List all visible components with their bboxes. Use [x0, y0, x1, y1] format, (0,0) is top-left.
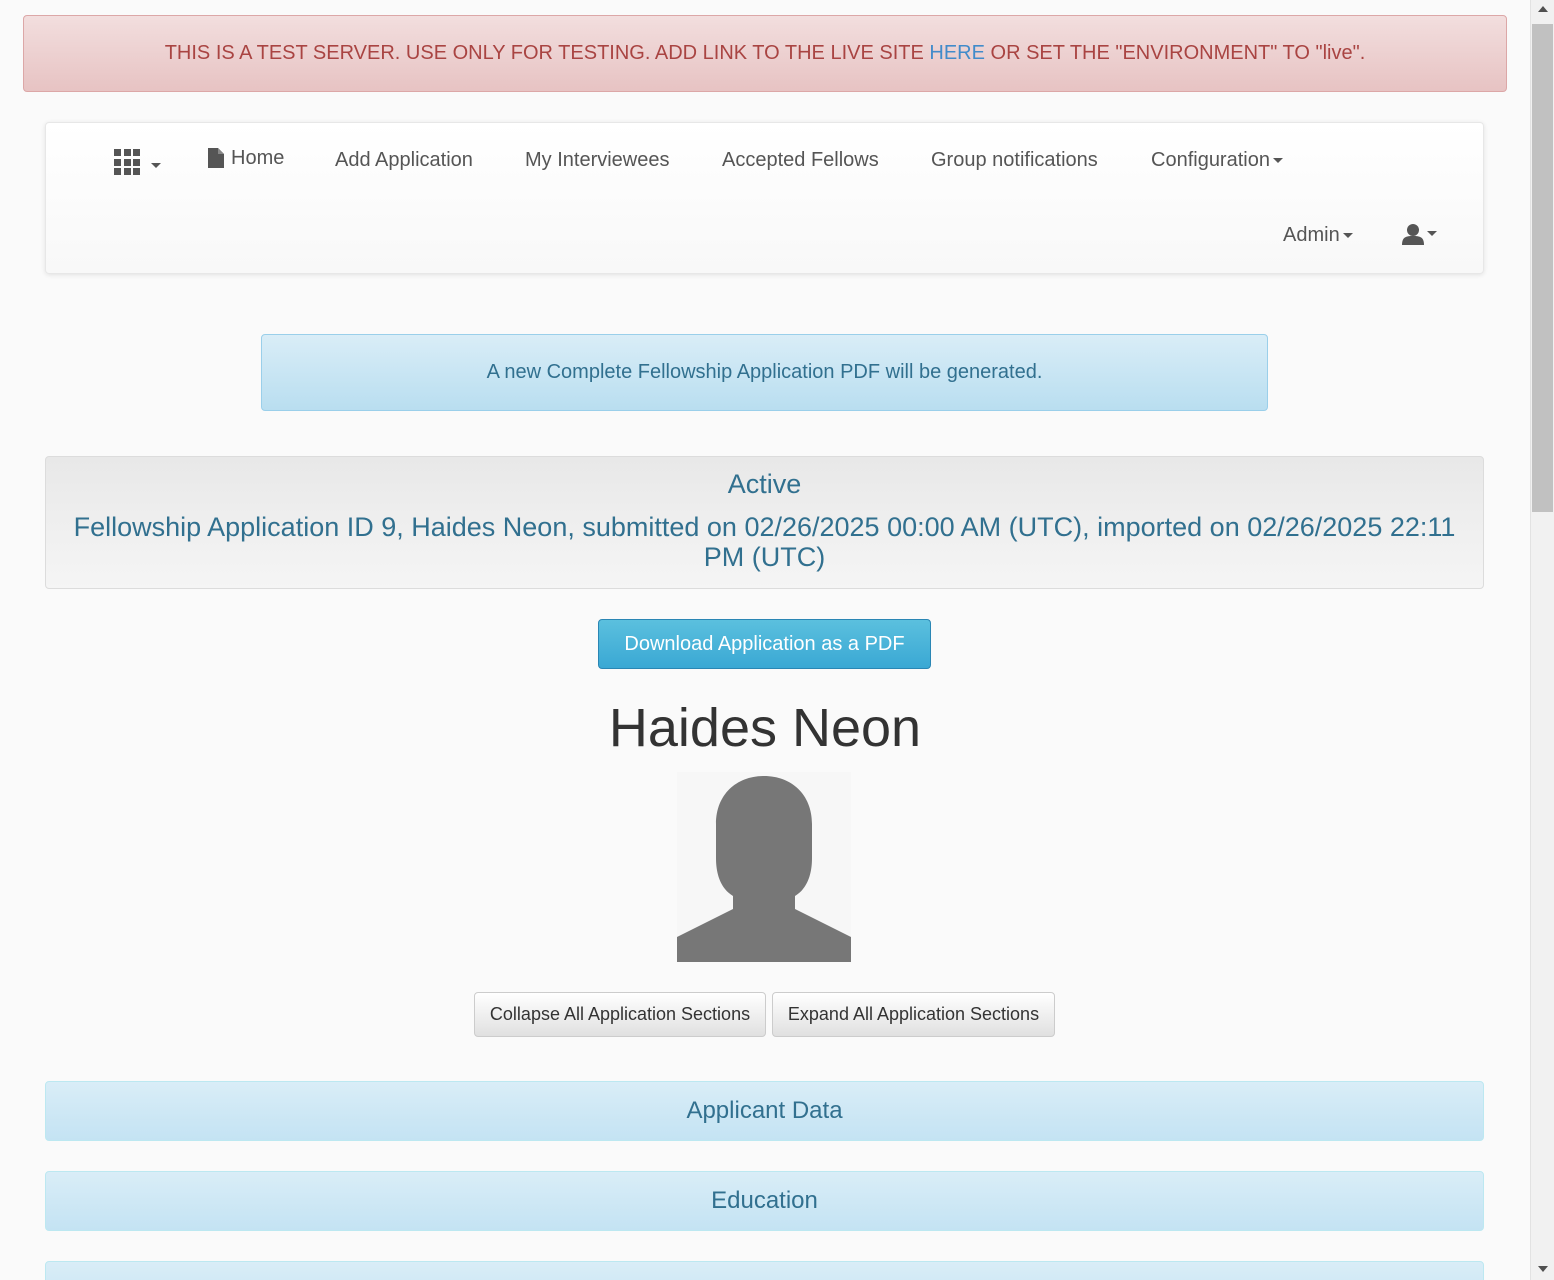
caret-down-icon: [1427, 231, 1437, 237]
download-pdf-button[interactable]: Download Application as a PDF: [598, 619, 931, 669]
application-status-well: Active Fellowship Application ID 9, Haid…: [45, 456, 1484, 589]
nav-accepted-fellows[interactable]: Accepted Fellows: [722, 149, 879, 172]
file-icon: [208, 148, 224, 168]
live-site-link[interactable]: HERE: [929, 42, 985, 64]
banner-text-before: THIS IS A TEST SERVER. USE ONLY FOR TEST…: [164, 42, 930, 64]
nav-home-label: Home: [231, 147, 285, 169]
expand-all-sections-button[interactable]: Expand All Application Sections: [772, 992, 1055, 1037]
nav-configuration-dropdown[interactable]: Configuration: [1151, 149, 1283, 172]
grid-icon: [114, 149, 140, 175]
banner-text-after: OR SET THE "ENVIRONMENT" TO "live".: [984, 42, 1366, 64]
section-education[interactable]: Education: [45, 1171, 1484, 1231]
user-icon: [1402, 223, 1424, 245]
applicant-name: Haides Neon: [608, 698, 922, 758]
nav-admin-dropdown[interactable]: Admin: [1283, 224, 1353, 247]
user-silhouette-icon: [677, 776, 851, 962]
nav-admin-label: Admin: [1283, 224, 1340, 246]
page-scrollbar[interactable]: [1530, 0, 1554, 1280]
nav-configuration-label: Configuration: [1151, 149, 1270, 171]
application-summary: Fellowship Application ID 9, Haides Neon…: [73, 512, 1456, 572]
pdf-generation-alert: A new Complete Fellowship Application PD…: [261, 334, 1268, 411]
navbar: Home Add Application My Interviewees Acc…: [45, 122, 1484, 274]
nav-home[interactable]: Home: [208, 147, 284, 170]
scrollbar-thumb[interactable]: [1532, 24, 1553, 512]
avatar: [677, 772, 851, 962]
caret-down-icon: [151, 163, 161, 168]
caret-down-icon: [1342, 233, 1353, 239]
user-menu-dropdown[interactable]: [1402, 222, 1437, 245]
collapse-all-sections-button[interactable]: Collapse All Application Sections: [474, 992, 766, 1037]
caret-down-icon: [1272, 158, 1283, 164]
section-next[interactable]: [45, 1261, 1484, 1280]
scroll-up-arrow-icon[interactable]: [1538, 6, 1548, 12]
nav-my-interviewees[interactable]: My Interviewees: [525, 149, 670, 172]
application-status: Active: [727, 469, 802, 499]
section-applicant-data[interactable]: Applicant Data: [45, 1081, 1484, 1141]
scroll-down-arrow-icon[interactable]: [1538, 1266, 1548, 1272]
test-server-banner: THIS IS A TEST SERVER. USE ONLY FOR TEST…: [23, 15, 1507, 92]
apps-menu-toggle[interactable]: [46, 123, 186, 198]
nav-group-notifications[interactable]: Group notifications: [931, 149, 1098, 172]
nav-add-application[interactable]: Add Application: [335, 149, 473, 172]
